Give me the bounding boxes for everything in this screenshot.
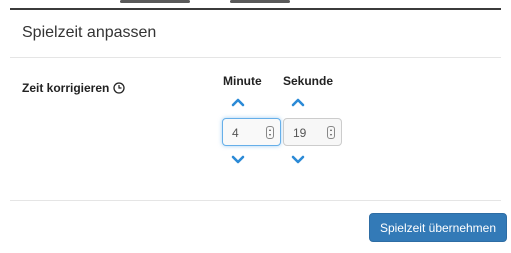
second-decrement-chevron-down-icon[interactable] [291,155,305,165]
dialog-footer-divider [10,200,501,201]
apply-playtime-button[interactable]: Spielzeit übernehmen [369,213,507,242]
dialog-title: Spielzeit anpassen [22,24,157,41]
second-value: 19 [293,126,307,140]
adjust-playtime-dialog: Spielzeit anpassen Zeit korrigieren Minu… [10,10,507,253]
second-input[interactable]: 19 [283,118,342,146]
correct-time-row-label: Zeit korrigieren [22,81,126,95]
minute-increment-chevron-up-icon[interactable] [231,97,245,107]
minute-decrement-chevron-down-icon[interactable] [231,155,245,165]
second-header: Sekunde [283,74,334,88]
second-spinner-icon[interactable] [327,126,335,139]
minute-spinner-icon[interactable] [266,126,274,139]
second-increment-chevron-up-icon[interactable] [291,97,305,107]
background-fragment [230,0,290,3]
background-fragment [120,0,190,3]
dialog-header: Spielzeit anpassen [10,10,501,58]
minute-input[interactable]: 4 [222,118,281,146]
background-page-strip [0,0,511,10]
minute-header: Minute [223,74,262,88]
clock-icon [113,82,126,94]
minute-value: 4 [232,126,239,140]
correct-time-label: Zeit korrigieren [22,81,110,95]
